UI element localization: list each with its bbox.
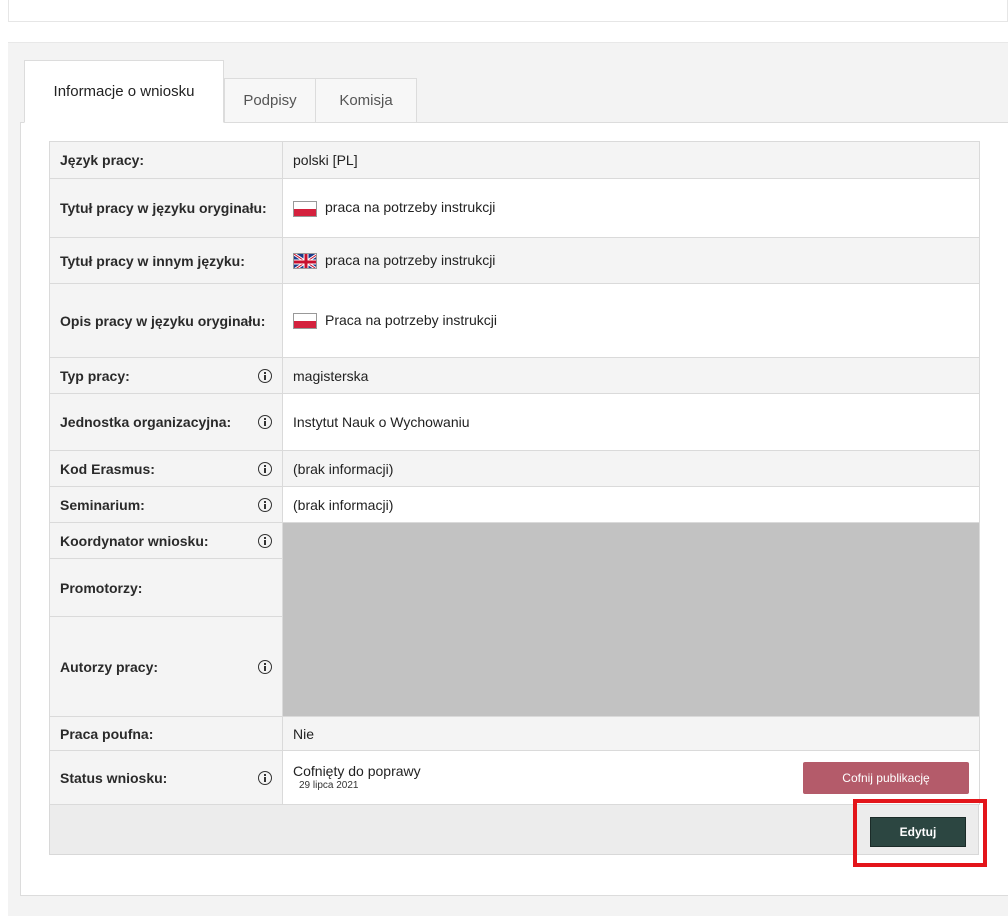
status-label: Status wniosku: xyxy=(60,769,168,786)
highlight-annotation xyxy=(853,799,987,867)
type-value: magisterska xyxy=(282,357,980,394)
row-label: Tytuł pracy w innym języku: xyxy=(49,237,283,284)
table-row: Jednostka organizacyjna: Instytut Nauk o… xyxy=(49,393,980,451)
seminar-label: Seminarium: xyxy=(60,496,145,513)
type-label: Typ pracy: xyxy=(60,367,130,384)
uk-flag-icon xyxy=(293,253,317,270)
confidential-label: Praca poufna: xyxy=(60,725,154,742)
status-date: 29 lipca 2021 xyxy=(299,779,359,791)
title-other-label: Tytuł pracy w innym języku: xyxy=(60,252,245,269)
row-label: Promotorzy: xyxy=(49,558,283,617)
status-text: Cofnięty do poprawy xyxy=(293,762,421,779)
table-row: Opis pracy w języku oryginału: Praca na … xyxy=(49,283,980,358)
authors-label: Autorzy pracy: xyxy=(60,658,159,675)
table-row: Typ pracy: magisterska xyxy=(49,357,980,394)
info-icon[interactable] xyxy=(258,659,272,674)
title-other-value: praca na potrzeby instrukcji xyxy=(282,237,980,284)
erasmus-value: (brak informacji) xyxy=(282,450,980,487)
promoters-label: Promotorzy: xyxy=(60,579,143,596)
row-label: Koordynator wniosku: xyxy=(49,522,283,559)
seminar-value: (brak informacji) xyxy=(282,486,980,523)
title-original-text: praca na potrzeby instrukcji xyxy=(325,199,496,216)
title-original-value: praca na potrzeby instrukcji xyxy=(282,178,980,238)
tab-application-info[interactable]: Informacje o wniosku xyxy=(24,60,224,123)
top-card xyxy=(8,0,1008,22)
description-original-label: Opis pracy w języku oryginału: xyxy=(60,312,266,329)
row-label: Typ pracy: xyxy=(49,357,283,394)
row-label: Kod Erasmus: xyxy=(49,450,283,487)
row-label: Opis pracy w języku oryginału: xyxy=(49,283,283,358)
confidential-value: Nie xyxy=(282,716,980,751)
redacted-area xyxy=(282,522,980,717)
pl-flag-icon xyxy=(293,313,317,330)
description-original-value: Praca na potrzeby instrukcji xyxy=(282,283,980,358)
tab-committee[interactable]: Komisja xyxy=(315,78,417,123)
info-icon[interactable] xyxy=(258,770,272,785)
info-icon[interactable] xyxy=(258,368,272,383)
unit-label: Jednostka organizacyjna: xyxy=(60,414,232,430)
application-details-table: Język pracy: polski [PL] Tytuł pracy w j… xyxy=(49,141,980,805)
row-label: Praca poufna: xyxy=(49,716,283,751)
table-row: Tytuł pracy w języku oryginału: praca na… xyxy=(49,178,980,238)
language-value: polski [PL] xyxy=(282,141,980,179)
info-icon[interactable] xyxy=(258,533,272,548)
status-value: Cofnięty do poprawy 29 lipca 2021 Cofnij… xyxy=(282,750,980,805)
language-label: Język pracy: xyxy=(60,152,145,168)
action-bar xyxy=(49,805,979,855)
table-row: Status wniosku: Cofnięty do poprawy 29 l… xyxy=(49,750,980,805)
info-icon[interactable] xyxy=(258,461,272,476)
table-row: Seminarium: (brak informacji) xyxy=(49,486,980,523)
row-label: Jednostka organizacyjna: xyxy=(49,393,283,451)
info-icon[interactable] xyxy=(258,497,272,512)
title-other-text: praca na potrzeby instrukcji xyxy=(325,251,496,268)
unit-value: Instytut Nauk o Wychowaniu xyxy=(282,393,980,451)
pl-flag-icon xyxy=(293,200,317,217)
erasmus-label: Kod Erasmus: xyxy=(60,460,155,477)
table-row: Język pracy: polski [PL] xyxy=(49,141,980,179)
row-label: Status wniosku: xyxy=(49,750,283,805)
tab-signatures[interactable]: Podpisy xyxy=(224,78,316,123)
title-original-label: Tytuł pracy w języku oryginału: xyxy=(60,200,267,216)
revoke-publication-button[interactable]: Cofnij publikację xyxy=(803,761,969,794)
row-label: Tytuł pracy w języku oryginału: xyxy=(49,178,283,238)
description-original-text: Praca na potrzeby instrukcji xyxy=(325,311,497,328)
table-row: Praca poufna: Nie xyxy=(49,716,980,751)
coordinator-label: Koordynator wniosku: xyxy=(60,532,209,549)
table-row: Koordynator wniosku: xyxy=(49,522,980,717)
row-label: Język pracy: xyxy=(49,141,283,179)
table-row: Tytuł pracy w innym języku: praca na pot… xyxy=(49,237,980,284)
row-label: Autorzy pracy: xyxy=(49,616,283,717)
row-label: Seminarium: xyxy=(49,486,283,523)
info-icon[interactable] xyxy=(258,415,272,429)
table-row: Kod Erasmus: (brak informacji) xyxy=(49,450,980,487)
